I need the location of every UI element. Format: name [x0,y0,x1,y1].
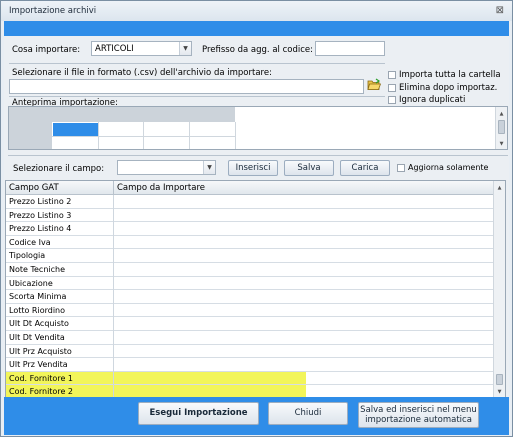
scroll-up-icon[interactable]: ▲ [496,109,507,119]
table-row[interactable]: Prezzo Listino 4 [6,222,494,236]
table-row[interactable]: Ubicazione [6,277,494,291]
table-row[interactable]: Lotto Riordino [6,304,494,318]
importa-cartella-label: Importa tutta la cartella [399,70,501,80]
scroll-down-icon[interactable]: ▼ [496,139,507,149]
cell-campo-gat[interactable]: Ult Prz Vendita [9,360,68,369]
table-row[interactable]: Scorta Minima [6,290,494,304]
cell-campo-gat[interactable]: Lotto Riordino [9,306,65,315]
cell-campo-gat[interactable]: Prezzo Listino 4 [9,224,71,233]
table-row[interactable]: Prezzo Listino 3 [6,209,494,223]
scroll-up-icon[interactable]: ▲ [494,183,505,193]
cell-campo-gat[interactable]: Ubicazione [9,279,53,288]
inserisci-button[interactable]: Inserisci [228,160,278,176]
column-divider [113,195,114,398]
grid-header: Campo GAT Campo da Importare [6,181,494,195]
cell-campo-gat[interactable]: Codice Iva [9,238,51,247]
chiudi-button[interactable]: Chiudi [268,402,348,425]
prefisso-input[interactable] [315,41,385,56]
cell-campo-gat[interactable]: Ult Prz Acquisto [9,347,72,356]
mapping-grid[interactable]: Campo GAT Campo da Importare Prezzo List… [5,180,506,399]
preview-gridline [235,122,236,149]
window-title: Importazione archivi [9,6,97,16]
title-bar: Importazione archivi ⊠ [1,1,512,21]
preview-column-header [52,107,235,122]
grid-scrollbar[interactable]: ▲ ▼ [493,181,505,398]
table-row[interactable]: Note Tecniche [6,263,494,277]
header-divider [113,181,114,195]
importa-cartella-checkbox[interactable] [388,71,396,79]
chevron-down-icon[interactable]: ▼ [203,161,215,174]
prefisso-label: Prefisso da agg. al codice: [202,45,314,55]
chevron-down-icon[interactable]: ▼ [179,42,191,55]
cell-campo-gat[interactable]: Tipologia [9,251,45,260]
column-header-campo-gat[interactable]: Campo GAT [9,183,59,193]
separator [8,155,508,156]
cosa-importare-label: Cosa importare: [12,45,81,55]
scroll-thumb[interactable] [496,374,503,385]
table-row[interactable]: Ult Prz Acquisto [6,345,494,359]
file-label: Selezionare il file in formato (.csv) de… [12,68,272,78]
preview-selected-cell[interactable] [53,123,98,136]
cosa-importare-value: ARTICOLI [95,44,134,54]
table-row[interactable]: Prezzo Listino 2 [6,195,494,209]
salva-button[interactable]: Salva [284,160,334,176]
salva-menu-line2: importazione automatica [365,415,472,425]
cell-campo-gat[interactable]: Ult Dt Vendita [9,333,65,342]
cosa-importare-select[interactable]: ARTICOLI ▼ [91,41,192,56]
cell-campo-gat[interactable]: Prezzo Listino 2 [9,197,71,206]
folder-open-icon[interactable] [367,78,382,91]
cell-campo-gat[interactable]: Note Tecniche [9,265,65,274]
table-row[interactable]: Ult Prz Vendita [6,358,494,372]
elimina-dopo-checkbox[interactable] [388,84,396,92]
esegui-importazione-button[interactable]: Esegui Importazione [138,402,259,425]
ignora-duplicati-label: Ignora duplicati [399,95,466,105]
scroll-down-icon[interactable]: ▼ [494,387,505,397]
preview-scrollbar[interactable]: ▲ ▼ [495,107,507,149]
file-path-input[interactable] [9,79,364,94]
table-row[interactable]: Cod. Fornitore 1 [6,371,494,386]
salva-menu-line1: Salva ed inserisci nel menu [360,405,477,415]
ignora-duplicati-checkbox[interactable] [388,96,396,104]
preview-gridline [52,136,235,137]
cell-campo-gat[interactable]: Scorta Minima [9,292,66,301]
table-row[interactable]: Tipologia [6,249,494,263]
top-accent-bar [4,21,509,36]
close-icon[interactable]: ⊠ [496,5,504,16]
scroll-thumb[interactable] [498,120,505,134]
table-row[interactable]: Codice Iva [6,236,494,250]
salva-inserisci-menu-button[interactable]: Salva ed inserisci nel menu importazione… [358,402,479,428]
cell-campo-gat[interactable]: Ult Dt Acquisto [9,319,69,328]
import-window: Importazione archivi ⊠ Cosa importare: A… [0,0,513,437]
carica-button[interactable]: Carica [340,160,390,176]
elimina-dopo-label: Elimina dopo importaz. [399,83,498,93]
preview-grid[interactable]: ▲ ▼ [8,106,508,150]
campo-select[interactable]: ▼ [117,160,216,175]
separator [9,63,385,64]
selezionare-campo-label: Selezionare il campo: [13,164,105,174]
column-header-campo-importare[interactable]: Campo da Importare [117,183,205,193]
cell-campo-gat[interactable]: Cod. Fornitore 2 [9,387,73,396]
cell-campo-gat[interactable]: Prezzo Listino 3 [9,211,71,220]
cell-campo-gat[interactable]: Cod. Fornitore 1 [9,374,73,383]
table-row[interactable]: Ult Dt Acquisto [6,317,494,331]
preview-row-header [9,107,52,149]
table-row[interactable]: Ult Dt Vendita [6,331,494,345]
aggiorna-label: Aggiorna solamente [408,163,489,172]
separator [9,96,385,97]
aggiorna-checkbox[interactable] [397,164,405,172]
